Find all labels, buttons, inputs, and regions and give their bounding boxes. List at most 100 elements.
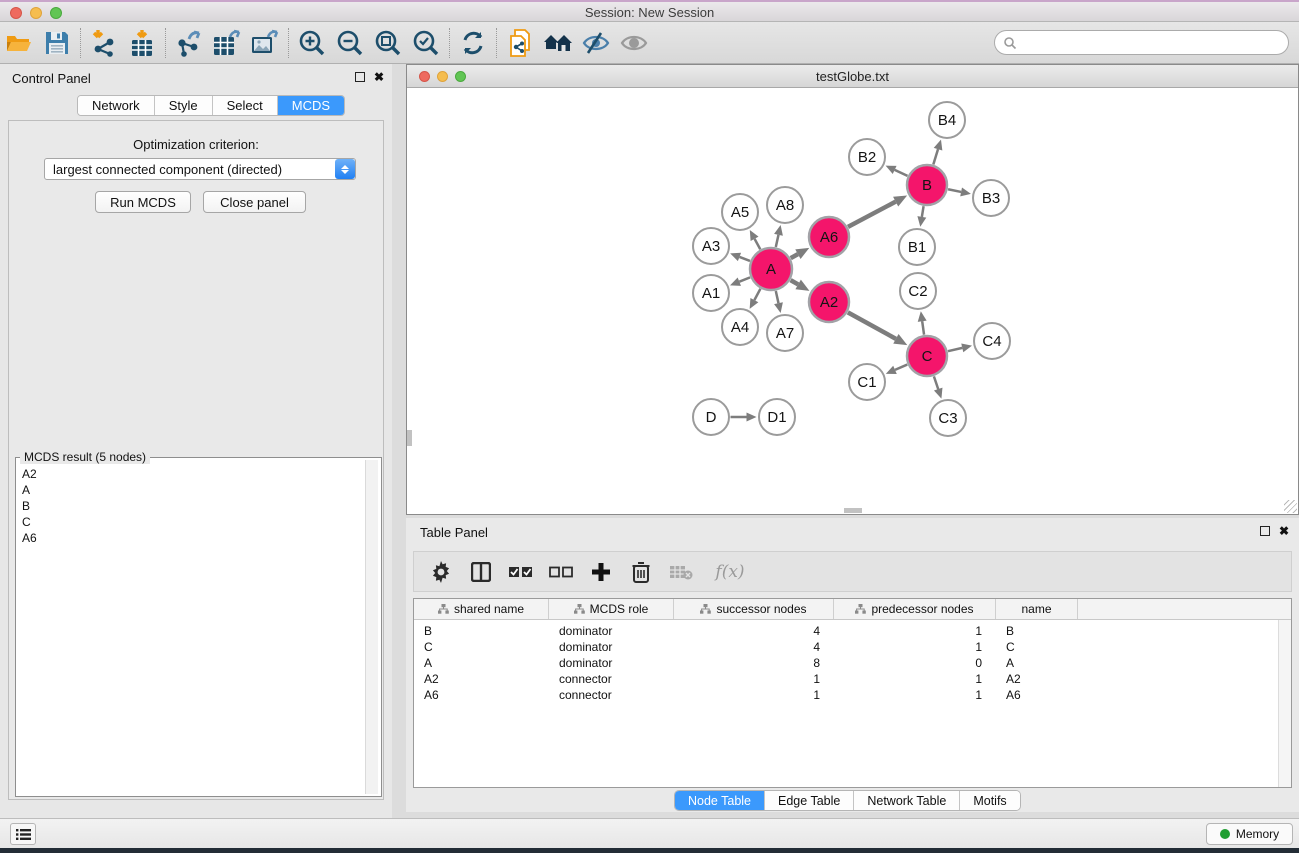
resize-gripper[interactable] [1284, 500, 1297, 513]
optimization-criterion-select[interactable]: largest connected component (directed) [44, 158, 356, 180]
graph-edge[interactable] [933, 149, 938, 164]
dropdown-stepper-icon [335, 159, 355, 179]
graph-edge[interactable] [948, 348, 962, 351]
graph-edge[interactable] [922, 321, 924, 334]
horizontal-scroll-indicator[interactable] [844, 508, 862, 513]
search-field[interactable] [994, 30, 1289, 55]
tab-network[interactable]: Network [78, 96, 155, 115]
zoom-selected-icon[interactable] [407, 26, 445, 60]
zoom-in-icon[interactable] [293, 26, 331, 60]
close-panel-button[interactable]: Close panel [203, 191, 306, 213]
column-header-predecessor-nodes[interactable]: predecessor nodes [834, 599, 996, 619]
graph-edge[interactable] [848, 312, 896, 338]
result-item[interactable]: A [22, 482, 37, 498]
graph-node-label: C2 [908, 283, 927, 300]
float-table-panel-icon[interactable] [1260, 526, 1270, 536]
result-item[interactable]: B [22, 498, 37, 514]
graph-edge[interactable] [791, 254, 798, 258]
function-builder-icon[interactable]: f(x) [708, 558, 752, 586]
graph-node-label: C1 [857, 374, 876, 391]
table-panel-title: Table Panel [420, 525, 488, 540]
graph-edge[interactable] [755, 239, 761, 249]
table-row[interactable]: C dominator 4 1 C [414, 639, 1291, 655]
table-row[interactable]: A6 connector 1 1 A6 [414, 687, 1291, 703]
column-view-icon[interactable] [468, 558, 494, 586]
export-network-icon[interactable] [170, 26, 208, 60]
tab-mcds[interactable]: MCDS [278, 96, 344, 115]
toolbar-separator [449, 28, 450, 58]
table-scrollbar[interactable] [1278, 620, 1291, 787]
table-settings-icon[interactable] [428, 558, 454, 586]
tab-style[interactable]: Style [155, 96, 213, 115]
graph-edge[interactable] [739, 277, 750, 281]
home-icon[interactable] [539, 26, 577, 60]
delete-table-icon[interactable] [668, 558, 694, 586]
column-header-name[interactable]: name [996, 599, 1078, 619]
graph-edge[interactable] [895, 170, 908, 176]
graph-edge[interactable] [754, 289, 760, 300]
task-history-button[interactable] [10, 823, 36, 845]
network-canvas[interactable]: AA1A2A3A4A5A6A7A8BB1B2B3B4CC1C2C3C4DD1 [407, 88, 1298, 514]
graph-edge[interactable] [848, 202, 896, 227]
column-header-shared-name[interactable]: shared name [414, 599, 549, 619]
graph-edge[interactable] [739, 257, 750, 261]
control-panel-title: Control Panel [12, 71, 91, 86]
result-item[interactable]: A2 [22, 466, 37, 482]
toolbar-separator [80, 28, 81, 58]
graph-edge[interactable] [948, 189, 961, 192]
tab-edge-table[interactable]: Edge Table [765, 791, 854, 810]
column-header-successor-nodes[interactable]: successor nodes [674, 599, 834, 619]
vertical-scroll-indicator[interactable] [407, 430, 412, 446]
network-graph[interactable]: AA1A2A3A4A5A6A7A8BB1B2B3B4CC1C2C3C4DD1 [407, 88, 1298, 514]
import-table-icon[interactable] [123, 26, 161, 60]
float-panel-icon[interactable] [355, 72, 365, 82]
table-row[interactable]: A dominator 8 0 A [414, 655, 1291, 671]
network-window-titlebar[interactable]: testGlobe.txt [407, 65, 1298, 88]
result-item[interactable]: A6 [22, 530, 37, 546]
close-table-panel-icon[interactable]: ✖ [1279, 526, 1289, 536]
zoom-fit-icon[interactable] [369, 26, 407, 60]
table-row[interactable]: A2 connector 1 1 A2 [414, 671, 1291, 687]
open-session-icon[interactable] [0, 26, 38, 60]
add-column-icon[interactable] [588, 558, 614, 586]
graph-node-label: C [922, 348, 933, 365]
tab-network-table[interactable]: Network Table [854, 791, 960, 810]
show-details-icon[interactable] [615, 26, 653, 60]
graph-edge[interactable] [934, 376, 938, 389]
result-scrollbar[interactable] [365, 460, 378, 794]
network-from-selection-icon[interactable] [501, 26, 539, 60]
zoom-out-icon[interactable] [331, 26, 369, 60]
optimization-criterion-label: Optimization criterion: [9, 137, 383, 152]
deselect-all-icon[interactable] [548, 558, 574, 586]
column-header-mcds-role[interactable]: MCDS role [549, 599, 674, 619]
close-panel-icon[interactable]: ✖ [374, 72, 384, 82]
memory-button[interactable]: Memory [1206, 823, 1293, 845]
hide-details-icon[interactable] [577, 26, 615, 60]
memory-label: Memory [1236, 827, 1279, 841]
run-mcds-button[interactable]: Run MCDS [95, 191, 191, 213]
export-table-icon[interactable] [208, 26, 246, 60]
search-input[interactable] [1017, 36, 1267, 50]
table-row[interactable]: B dominator 4 1 B [414, 623, 1291, 639]
graph-edge-arrowhead [934, 388, 943, 399]
graph-edge[interactable] [791, 280, 799, 284]
tab-motifs[interactable]: Motifs [960, 791, 1019, 810]
network-window-title: testGlobe.txt [407, 69, 1298, 84]
select-all-icon[interactable] [508, 558, 534, 586]
memory-status-icon [1220, 829, 1230, 839]
refresh-icon[interactable] [454, 26, 492, 60]
delete-column-icon[interactable] [628, 558, 654, 586]
result-item[interactable]: C [22, 514, 37, 530]
export-image-icon[interactable] [246, 26, 284, 60]
column-header-filler [1078, 599, 1291, 619]
graph-edge[interactable] [895, 365, 907, 370]
graph-edge-arrowhead [917, 216, 926, 227]
save-session-icon[interactable] [38, 26, 76, 60]
graph-edge[interactable] [922, 206, 924, 217]
tab-node-table[interactable]: Node Table [675, 791, 765, 810]
graph-node-label: A1 [702, 285, 720, 302]
tab-select[interactable]: Select [213, 96, 278, 115]
graph-edge[interactable] [776, 235, 779, 247]
import-network-icon[interactable] [85, 26, 123, 60]
graph-edge[interactable] [776, 291, 779, 303]
